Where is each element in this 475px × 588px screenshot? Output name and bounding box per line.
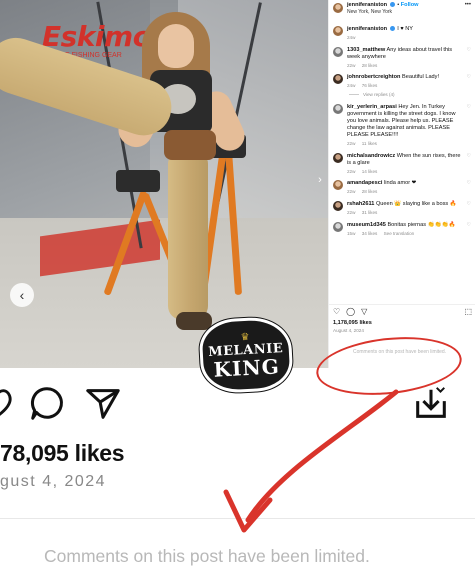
- comment-age: 22w: [347, 168, 356, 174]
- post-date-small: August 4, 2024: [333, 328, 364, 333]
- avatar[interactable]: [333, 200, 343, 211]
- carousel-next-button[interactable]: ›: [314, 172, 326, 188]
- comment-item: rshah2611 Queen 👑 slaying like a boss 🔥 …: [329, 200, 475, 216]
- like-comment-icon[interactable]: ♡: [467, 74, 471, 89]
- likes-count-large[interactable]: 78,095 likes: [0, 440, 125, 467]
- avatar[interactable]: [333, 103, 343, 114]
- post-photo[interactable]: Eskimo ICE FISHING GEAR ‹ ›: [0, 0, 328, 368]
- caption: jenniferaniston I ♥ NY 24w: [329, 26, 475, 41]
- location-link[interactable]: New York, New York: [347, 9, 418, 15]
- verified-icon: [389, 26, 395, 32]
- avatar[interactable]: [333, 180, 343, 191]
- comment-item: johnrobertcreighton Beautiful Lady! 24w …: [329, 74, 475, 89]
- comment-item: 1303_matthew Any ideas about travel this…: [329, 46, 475, 69]
- comment-likes[interactable]: 76 likes: [362, 83, 378, 88]
- comment-text: Beautiful Lady!: [402, 74, 440, 81]
- comment-item: kir_yerlerin_arpasi Hey Jen. In Turkey g…: [329, 103, 475, 147]
- save-icon[interactable]: [412, 384, 450, 422]
- comments-limited-notice-large: Comments on this post have been limited.: [44, 546, 370, 566]
- comment-likes[interactable]: 28 likes: [362, 63, 378, 68]
- avatar[interactable]: [333, 221, 343, 232]
- like-icon[interactable]: ♡: [333, 307, 340, 317]
- comment-icon[interactable]: [28, 384, 66, 422]
- avatar[interactable]: [333, 3, 343, 13]
- avatar[interactable]: [333, 26, 343, 36]
- like-comment-icon[interactable]: ♡: [467, 47, 471, 69]
- likes-count-small[interactable]: 1,178,095 likes: [333, 320, 372, 327]
- chair-seat: [116, 170, 160, 192]
- person-bag: [164, 130, 216, 160]
- like-comment-icon[interactable]: ♡: [467, 180, 471, 195]
- crown-icon: ♛: [240, 331, 250, 343]
- follow-button[interactable]: Follow: [401, 2, 419, 8]
- like-comment-icon[interactable]: ♡: [467, 153, 471, 175]
- comment-username[interactable]: michalsandrowicz: [347, 153, 395, 159]
- comment-likes[interactable]: 28 likes: [362, 189, 378, 194]
- avatar[interactable]: [333, 152, 343, 163]
- avatar[interactable]: [333, 46, 343, 57]
- person-leg: [168, 150, 208, 320]
- verified-icon: [389, 2, 395, 8]
- caption-text: I ♥ NY: [397, 26, 413, 32]
- comment-item: amandapesci linda amor ❤ 22w 28 likes ♡: [329, 180, 475, 195]
- comment-likes[interactable]: 11 likes: [362, 141, 377, 146]
- post-actions-small: ♡ ◯ ▽ ⬚: [329, 304, 475, 318]
- comment-likes[interactable]: 34 likes: [362, 231, 378, 236]
- avatar[interactable]: [333, 74, 343, 85]
- comment-likes[interactable]: 31 likes: [362, 210, 378, 215]
- brand-logo: Eskimo: [42, 20, 152, 53]
- comment-username[interactable]: amandapesci: [347, 180, 382, 186]
- save-icon[interactable]: ⬚: [464, 307, 472, 317]
- dot-separator: •: [397, 2, 400, 8]
- post-header: jenniferaniston • Follow New York, New Y…: [329, 0, 475, 18]
- like-comment-icon[interactable]: ♡: [467, 104, 471, 147]
- comment-age: 22w: [347, 62, 356, 68]
- comment-icon[interactable]: ◯: [346, 307, 355, 317]
- caption-age: 24w: [347, 34, 356, 40]
- share-icon[interactable]: ▽: [361, 307, 367, 317]
- comment-username[interactable]: museum1d345: [347, 222, 386, 228]
- watermark-line2: KING: [213, 353, 281, 382]
- like-icon[interactable]: [0, 384, 16, 422]
- comment-username[interactable]: 1303_matthew: [347, 47, 385, 53]
- view-replies-link[interactable]: View replies (4): [329, 92, 475, 98]
- comment-text: Queen 👑 slaying like a boss 🔥: [375, 200, 457, 207]
- comment-likes[interactable]: 14 likes: [362, 169, 378, 174]
- post-actions-large: [0, 380, 475, 426]
- person-face: [158, 24, 194, 68]
- like-comment-icon[interactable]: ♡: [467, 201, 471, 216]
- see-translation-link[interactable]: See translation: [384, 231, 415, 236]
- comment-username[interactable]: kir_yerlerin_arpasi: [347, 104, 397, 110]
- more-options-icon[interactable]: •••: [465, 2, 471, 10]
- comment-age: 22w: [347, 209, 356, 215]
- comment-age: 24w: [347, 83, 356, 89]
- comment-age: 22w: [347, 189, 356, 195]
- person-shoe: [176, 312, 212, 330]
- share-icon[interactable]: [84, 384, 122, 422]
- comment-username[interactable]: johnrobertcreighton: [347, 74, 400, 80]
- comment-item: museum1d345 Bonitas piernas 👏👏👏🔥 15w 34 …: [329, 221, 475, 237]
- divider: [0, 518, 475, 519]
- comment-text: Bonitas piernas 👏👏👏🔥: [387, 221, 456, 228]
- comments-panel: jenniferaniston • Follow New York, New Y…: [328, 0, 475, 368]
- post-date-large: gust 4, 2024: [0, 473, 107, 490]
- carousel-prev-button[interactable]: ‹: [10, 283, 34, 307]
- header-username[interactable]: jenniferaniston: [347, 2, 387, 8]
- caption-username[interactable]: jenniferaniston: [347, 26, 387, 32]
- comment-age: 15w: [347, 230, 356, 236]
- comment-text: linda amor ❤: [384, 180, 417, 187]
- like-comment-icon[interactable]: ♡: [467, 222, 471, 237]
- comment-item: michalsandrowicz When the sun rises, the…: [329, 152, 475, 175]
- comment-age: 22w: [347, 140, 356, 146]
- comment-username[interactable]: rshah2611: [347, 201, 374, 207]
